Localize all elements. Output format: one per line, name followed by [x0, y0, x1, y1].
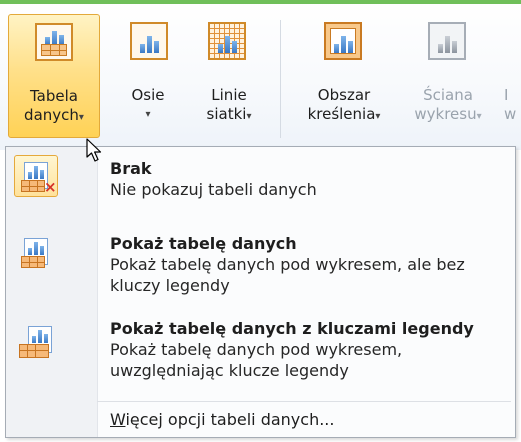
data-table-button[interactable]: Tabela danych▾	[8, 14, 100, 138]
menu-item-show-desc: Pokaż tabelę danych pod wykresem, ale be…	[110, 255, 465, 295]
axes-icon	[130, 22, 168, 60]
menu-separator	[97, 401, 511, 402]
axes-label: Osie	[131, 86, 165, 104]
chart-floor-label-line1: I	[504, 86, 509, 104]
data-table-label-line1: Tabela	[30, 87, 78, 105]
chevron-down-icon: ▾	[375, 111, 381, 122]
chart-wall-button[interactable]: Ściana wykresu▾	[400, 14, 496, 138]
more-options-mnemonic: W	[110, 410, 126, 429]
gridlines-label-line2: siatki	[206, 105, 247, 123]
data-table-icon	[35, 23, 73, 61]
chart-floor-label-line2: w	[504, 105, 517, 123]
data-table-label-line2: danych	[24, 106, 79, 124]
chart-wall-icon	[428, 22, 466, 60]
ribbon-top-border	[0, 0, 521, 4]
ribbon-group-separator	[280, 20, 281, 138]
plot-area-label-line1: Obszar	[317, 86, 371, 104]
menu-item-show-data-table[interactable]: Pokaż tabelę danych Pokaż tabelę danych …	[6, 227, 515, 307]
menu-item-legend-desc: Pokaż tabelę danych pod wykresem, uwzglę…	[110, 340, 403, 380]
menu-item-none-desc: Nie pokazuj tabeli danych	[110, 180, 317, 199]
menu-item-none-title: Brak	[110, 159, 152, 178]
menu-item-show-data-table-legend[interactable]: Pokaż tabelę danych z kluczami legendy P…	[6, 313, 515, 393]
chevron-down-icon: ▾	[246, 111, 252, 122]
show-data-table-legend-keys-icon	[14, 319, 58, 361]
more-options-label: ięcej opcji tabeli danych...	[125, 410, 335, 429]
more-data-table-options[interactable]: Więcej opcji tabeli danych...	[110, 409, 334, 430]
chevron-down-icon: ▾	[145, 109, 151, 120]
menu-item-legend-title: Pokaż tabelę danych z kluczami legendy	[110, 319, 474, 338]
gridlines-icon	[208, 22, 246, 60]
data-table-dropdown: × Brak Nie pokazuj tabeli danych Pokaż t…	[5, 146, 516, 438]
chevron-down-icon: ▾	[78, 112, 84, 123]
menu-item-show-title: Pokaż tabelę danych	[110, 234, 297, 253]
plot-area-button[interactable]: Obszar kreślenia▾	[292, 14, 396, 138]
chart-floor-button[interactable]: I w	[504, 14, 521, 138]
menu-item-none[interactable]: × Brak Nie pokazuj tabeli danych	[6, 147, 515, 213]
plot-area-label-line2: kreślenia	[307, 105, 376, 123]
axes-button[interactable]: Osie ▾	[110, 14, 186, 138]
ribbon: Tabela danych▾ Osie ▾ Linie siatki▾ Obsz…	[0, 0, 521, 150]
gridlines-label-line1: Linie	[211, 86, 247, 104]
plot-area-icon	[324, 22, 362, 60]
chart-wall-label-line2: wykresu	[414, 105, 477, 123]
gridlines-button[interactable]: Linie siatki▾	[190, 14, 268, 138]
chevron-down-icon: ▾	[476, 111, 482, 122]
mouse-cursor-icon	[86, 138, 102, 162]
chart-wall-label-line1: Ściana	[423, 86, 473, 104]
show-data-table-icon	[14, 231, 58, 273]
no-data-table-icon: ×	[14, 155, 58, 197]
